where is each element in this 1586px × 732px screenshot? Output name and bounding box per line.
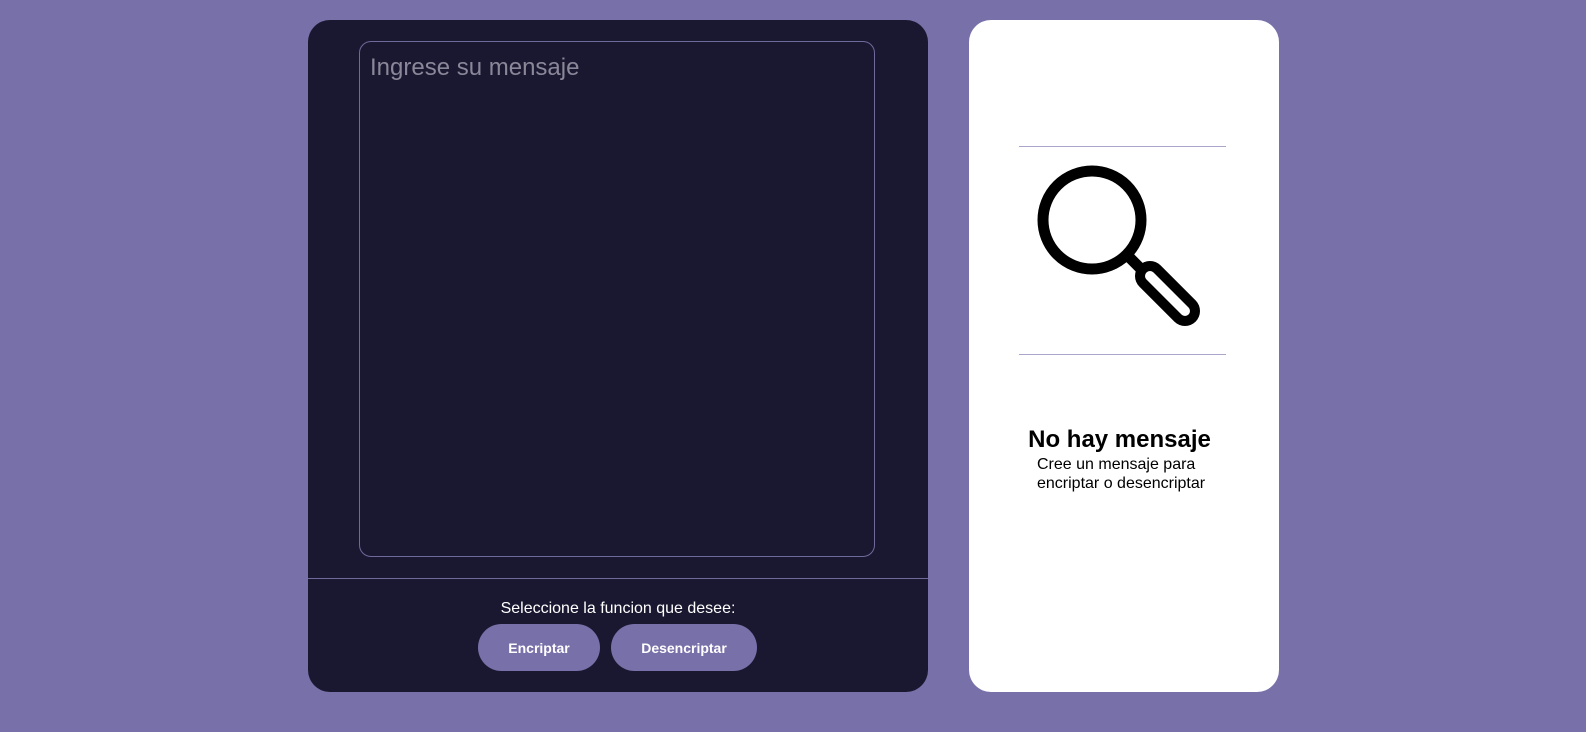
output-panel: No hay mensaje Cree un mensaje para encr…	[969, 20, 1279, 692]
decrypt-button[interactable]: Desencriptar	[611, 624, 757, 671]
message-input[interactable]	[359, 41, 875, 557]
no-message-title: No hay mensaje	[1028, 426, 1211, 453]
panel-divider	[308, 578, 928, 579]
output-divider-bottom	[1019, 354, 1226, 355]
input-panel: Seleccione la funcion que desee: Encript…	[308, 20, 928, 692]
function-select-label: Seleccione la funcion que desee:	[500, 600, 736, 617]
no-message-description: Cree un mensaje para encriptar o desencr…	[1037, 455, 1237, 493]
encrypt-button[interactable]: Encriptar	[478, 624, 600, 671]
no-message-description-line1: Cree un mensaje para	[1037, 456, 1196, 473]
magnifier-icon	[1037, 165, 1200, 326]
no-message-description-line2: encriptar o desencriptar	[1037, 475, 1206, 492]
output-divider-top	[1019, 146, 1226, 147]
app-root: { "input": { "placeholder": "Ingrese su …	[0, 0, 1586, 732]
